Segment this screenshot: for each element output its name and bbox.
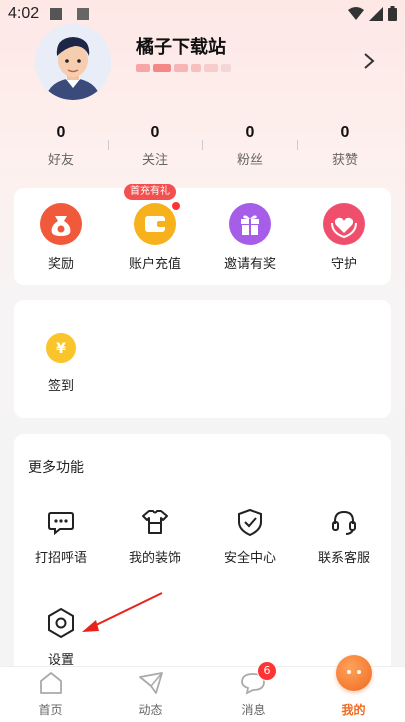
reward-button[interactable]: 奖励 xyxy=(14,203,108,272)
tab-label: 消息 xyxy=(241,703,266,717)
headset-icon xyxy=(332,510,356,535)
first-recharge-badge: 首充有礼 xyxy=(124,184,176,200)
avatar[interactable] xyxy=(35,24,111,100)
wifi-icon xyxy=(348,6,364,20)
shirt-icon xyxy=(142,510,168,534)
status-bar: 4:02 xyxy=(0,0,405,28)
user-id-redacted xyxy=(136,64,231,72)
notification-square-icon xyxy=(50,8,62,20)
guard-button[interactable]: 守护 xyxy=(297,203,391,272)
tab-label: 首页 xyxy=(38,703,63,717)
stat-label: 关注 xyxy=(141,153,168,168)
notification-a-icon xyxy=(77,8,89,20)
tile-label: 签到 xyxy=(47,379,74,394)
battery-icon xyxy=(388,6,397,21)
invite-button[interactable]: 邀请有奖 xyxy=(203,203,297,272)
stat-divider xyxy=(108,140,109,150)
home-icon xyxy=(40,672,62,694)
stat-friends[interactable]: 0 好友 xyxy=(14,124,108,168)
tab-moments[interactable]: 动态 xyxy=(110,667,191,722)
recharge-red-dot xyxy=(171,201,181,211)
status-time: 4:02 xyxy=(8,5,40,22)
tile-label: 打招呼语 xyxy=(34,551,87,566)
stat-divider xyxy=(202,140,203,150)
stat-label: 粉丝 xyxy=(236,153,263,168)
stat-number: 0 xyxy=(150,124,160,141)
bottom-tab-bar: 首页 动态 消息 我的 xyxy=(0,655,405,722)
tile-label: 联系客服 xyxy=(317,551,370,566)
paper-plane-icon xyxy=(139,672,163,694)
customer-service-button[interactable]: 联系客服 xyxy=(297,507,391,566)
stat-number: 0 xyxy=(245,124,255,141)
tile-label: 账户充值 xyxy=(128,257,181,272)
greeting-button[interactable]: 打招呼语 xyxy=(14,507,108,566)
heart-hands-icon xyxy=(323,203,365,245)
money-bag-icon xyxy=(40,203,82,245)
stat-divider xyxy=(297,140,298,150)
security-center-button[interactable]: 安全中心 xyxy=(203,507,297,566)
status-icons xyxy=(348,6,397,21)
hexagon-settings-icon xyxy=(48,607,74,639)
section-title: 更多功能 xyxy=(28,460,84,476)
stat-following[interactable]: 0 关注 xyxy=(108,124,202,168)
chevron-right-icon[interactable] xyxy=(363,52,375,70)
message-count-badge: 6 xyxy=(257,661,277,681)
decoration-button[interactable]: 我的装饰 xyxy=(108,507,202,566)
me-icon xyxy=(336,655,372,691)
signal-icon xyxy=(369,6,383,21)
tab-label: 动态 xyxy=(138,703,163,717)
tab-messages[interactable]: 消息 xyxy=(213,667,294,722)
stat-fans[interactable]: 0 粉丝 xyxy=(203,124,297,168)
annotation-arrow xyxy=(82,592,163,632)
svg-text:¥: ¥ xyxy=(56,341,66,357)
tile-label: 守护 xyxy=(330,257,357,272)
tile-label: 奖励 xyxy=(47,257,74,272)
stat-label: 获赞 xyxy=(331,153,358,168)
stat-number: 0 xyxy=(340,124,350,141)
wallet-icon xyxy=(134,203,176,245)
tab-home[interactable]: 首页 xyxy=(10,667,91,722)
stat-likes[interactable]: 0 获赞 xyxy=(298,124,392,168)
stat-number: 0 xyxy=(56,124,66,141)
recharge-button[interactable]: 账户充值 xyxy=(108,203,202,272)
username: 橘子下载站 xyxy=(136,37,226,58)
chat-bubble-icon xyxy=(48,512,74,536)
yuan-coin-icon: ¥ xyxy=(46,333,76,363)
tab-me[interactable]: 我的 xyxy=(313,655,394,722)
tile-label: 邀请有奖 xyxy=(223,257,276,272)
shield-check-icon xyxy=(238,508,262,537)
tile-label: 我的装饰 xyxy=(128,551,181,566)
tab-label: 我的 xyxy=(341,703,366,717)
checkin-button[interactable]: ¥ 签到 xyxy=(14,333,108,394)
tile-label: 安全中心 xyxy=(223,551,276,566)
stat-label: 好友 xyxy=(47,153,74,168)
gift-icon xyxy=(229,203,271,245)
